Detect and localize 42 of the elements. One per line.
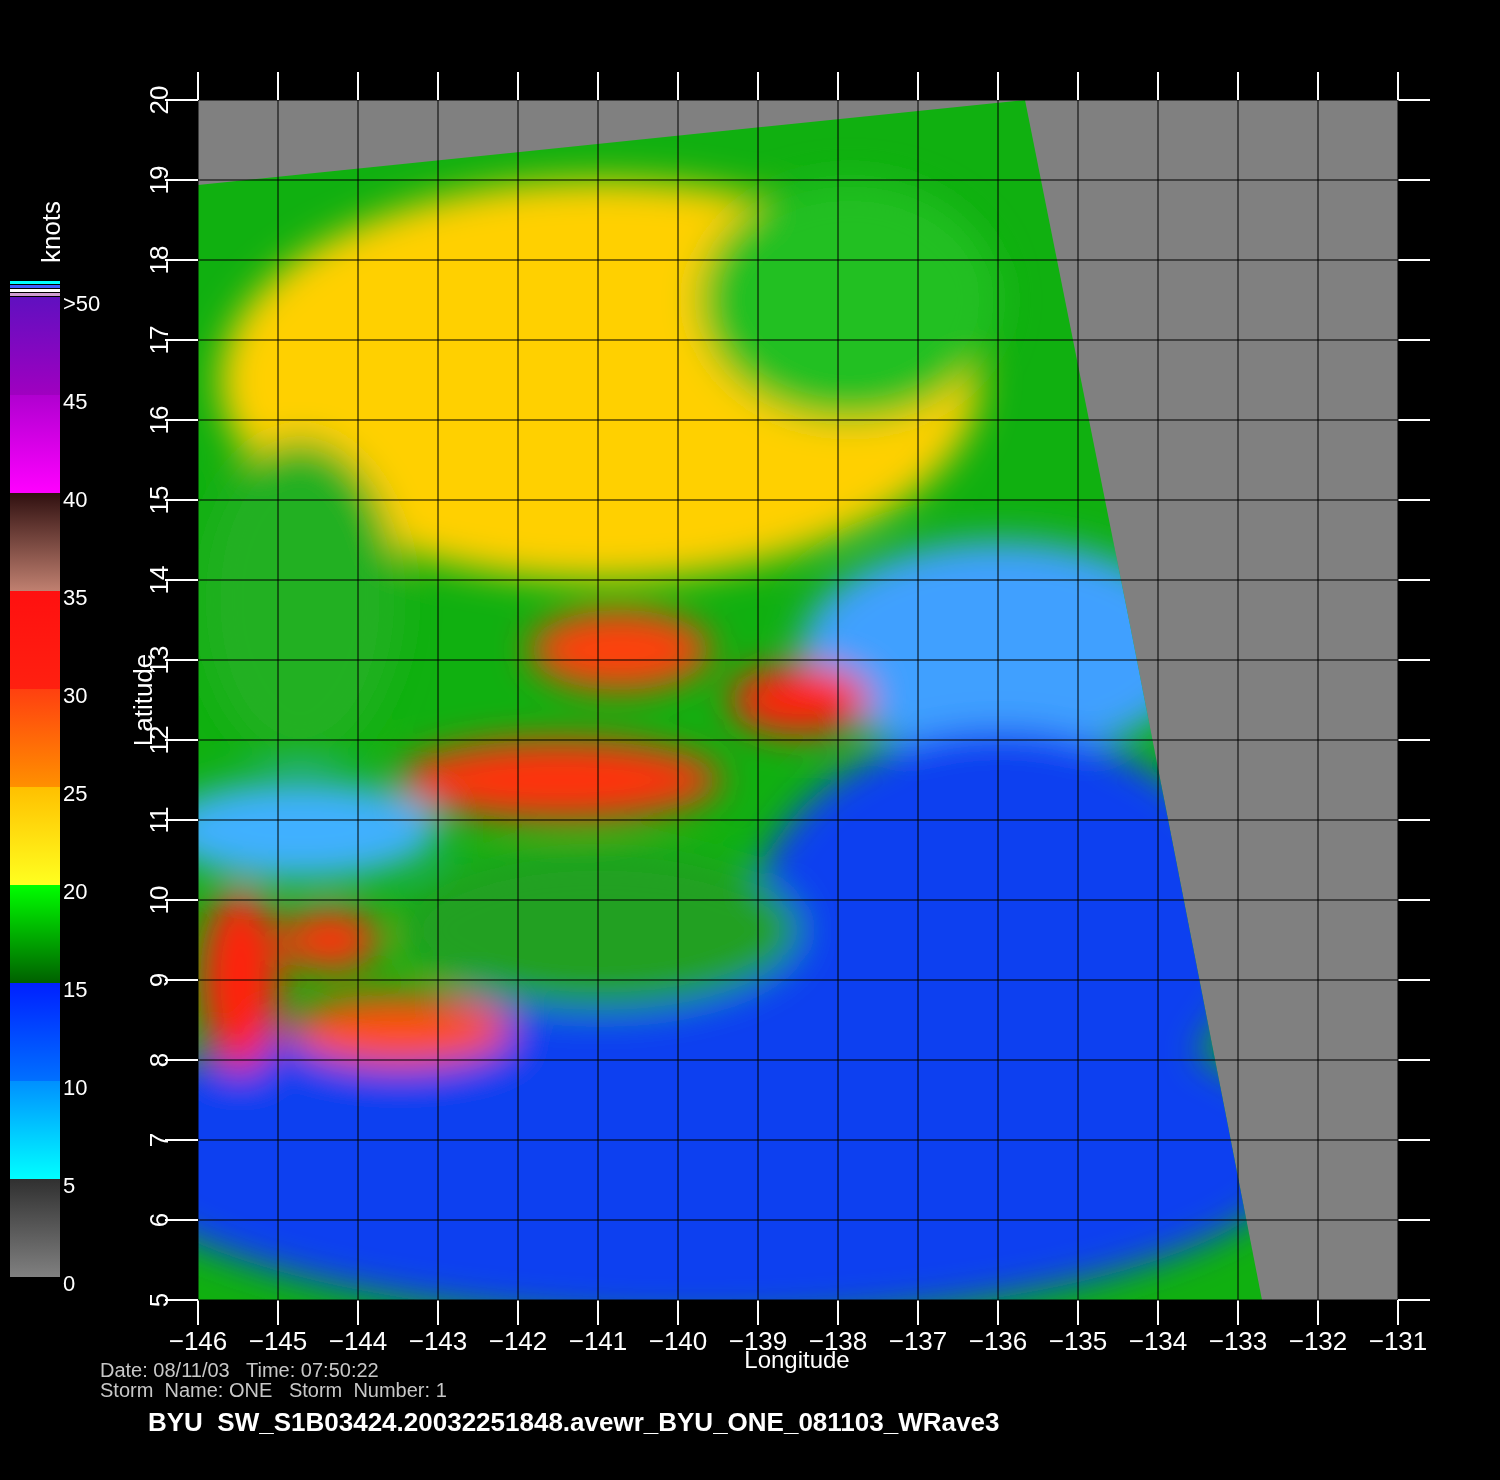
x-tick-label: −133 — [1208, 1326, 1268, 1356]
y-tick-label: 6 — [144, 1212, 174, 1228]
scale-label: 0 — [63, 1271, 76, 1296]
scale-label: 25 — [63, 781, 88, 806]
scale-label: 20 — [63, 879, 88, 904]
x-tick-label: −136 — [968, 1326, 1028, 1356]
y-tick-label: 16 — [144, 405, 174, 435]
y-tick-label: 20 — [144, 85, 174, 115]
scale-label: 10 — [63, 1075, 88, 1100]
x-tick-label: −134 — [1128, 1326, 1188, 1356]
scale-label: 35 — [63, 585, 88, 610]
x-tick-label: −132 — [1288, 1326, 1348, 1356]
y-tick-label: 14 — [144, 565, 174, 595]
x-tick-label: −131 — [1368, 1326, 1428, 1356]
x-tick-label: −141 — [568, 1326, 628, 1356]
y-tick-label: 5 — [144, 1292, 174, 1308]
y-tick-label: 15 — [144, 485, 174, 515]
x-tick-label: −140 — [648, 1326, 708, 1356]
x-tick-label: −135 — [1048, 1326, 1108, 1356]
x-tick-label: −146 — [168, 1326, 228, 1356]
x-tick-label: −137 — [888, 1326, 948, 1356]
x-tick-label: −144 — [328, 1326, 388, 1356]
y-tick-label: 17 — [144, 325, 174, 355]
storm-info-text: Storm Name: ONE Storm Number: 1 — [100, 1379, 447, 1401]
y-tick-label: 18 — [144, 245, 174, 275]
scale-label: 5 — [63, 1173, 76, 1198]
scale-label: 15 — [63, 977, 88, 1002]
x-tick-label: −145 — [248, 1326, 308, 1356]
y-tick-label: 19 — [144, 165, 174, 195]
date-time-text: Date: 08/11/03 Time: 07:50:22 — [100, 1359, 379, 1381]
scale-label: 45 — [63, 389, 88, 414]
scale-unit-label: knots — [36, 200, 66, 264]
scale-label: >50 — [63, 291, 101, 316]
x-tick-label: −143 — [408, 1326, 468, 1356]
y-tick-label: 11 — [144, 806, 174, 834]
scale-label: 40 — [63, 487, 88, 512]
x-tick-label: −142 — [488, 1326, 548, 1356]
y-tick-label: 10 — [144, 885, 174, 915]
y-tick-label: 9 — [144, 972, 174, 988]
scale-label: 30 — [63, 683, 88, 708]
file-name-text: BYU SW_S1B03424.20032251848.avewr_BYU_ONE_081103_WRave3 — [148, 1407, 1000, 1437]
y-tick-label: 8 — [144, 1052, 174, 1068]
